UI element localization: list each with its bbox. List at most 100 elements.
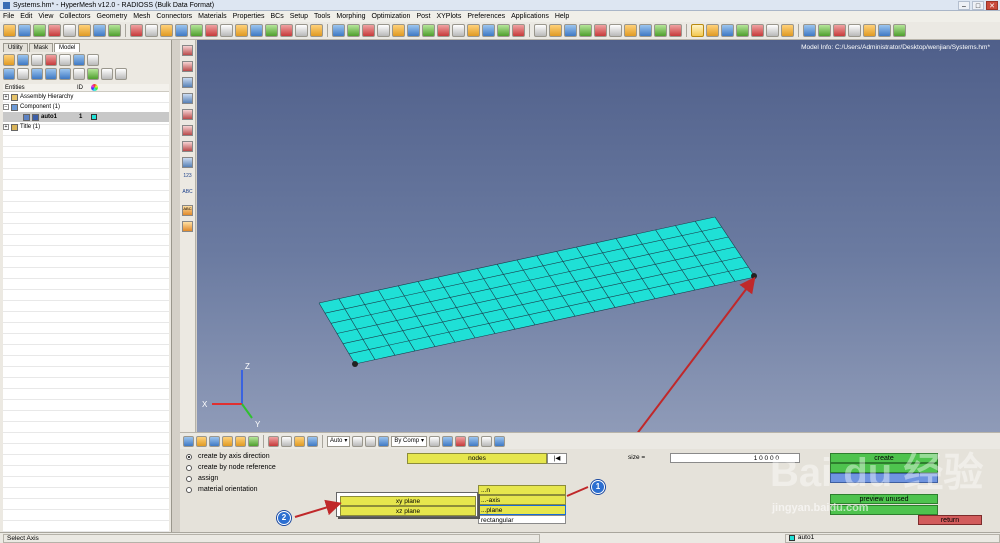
geometry-icon[interactable] <box>108 24 121 37</box>
element-type-icon[interactable] <box>494 435 506 447</box>
load-icon[interactable] <box>497 24 510 37</box>
graphics-icon[interactable] <box>307 435 318 447</box>
hide-icon[interactable] <box>45 68 57 80</box>
show-icon[interactable] <box>31 68 43 80</box>
table-icon[interactable] <box>594 24 607 37</box>
mask-icon[interactable] <box>196 435 207 447</box>
vector-icon[interactable] <box>549 24 562 37</box>
material-view-icon[interactable] <box>31 54 43 66</box>
solid-icon[interactable] <box>437 24 450 37</box>
window-3-icon[interactable] <box>691 24 704 37</box>
radio-create-by-axis[interactable]: create by axis direction <box>186 453 270 460</box>
axis-option-origin[interactable]: ...n <box>478 485 566 495</box>
isolate-icon[interactable] <box>17 68 29 80</box>
system-icon[interactable] <box>534 24 547 37</box>
macro-icon[interactable] <box>893 24 906 37</box>
layout-icon[interactable] <box>639 24 652 37</box>
menu-help[interactable]: Help <box>555 13 569 20</box>
spin-icon[interactable] <box>190 24 203 37</box>
visual-mode-dropdown[interactable]: Auto ▾ <box>327 435 351 447</box>
iso-view-icon[interactable] <box>250 24 263 37</box>
radio-create-by-node[interactable]: create by node reference <box>186 464 276 471</box>
expand-icon[interactable] <box>87 68 99 80</box>
menu-collectors[interactable]: Collectors <box>59 13 90 20</box>
load-collector-icon[interactable] <box>59 54 71 66</box>
node-icon[interactable] <box>182 77 193 88</box>
radio-material-orientation[interactable]: material orientation <box>186 486 258 493</box>
menu-applications[interactable]: Applications <box>511 13 549 20</box>
menu-edit[interactable]: Edit <box>20 13 32 20</box>
constraint-icon[interactable] <box>512 24 525 37</box>
radio-dot[interactable] <box>186 464 192 471</box>
menu-bcs[interactable]: BCs <box>270 13 283 20</box>
window-1-icon[interactable] <box>654 24 667 37</box>
contact-icon[interactable] <box>482 24 495 37</box>
menu-setup[interactable]: Setup <box>290 13 308 20</box>
menu-tools[interactable]: Tools <box>314 13 330 20</box>
section-icon[interactable] <box>265 24 278 37</box>
check-icon[interactable] <box>182 141 193 152</box>
quality-icon[interactable] <box>182 109 193 120</box>
filter-icon[interactable] <box>59 68 71 80</box>
pick-icon[interactable] <box>310 24 323 37</box>
clip-icon[interactable] <box>280 24 293 37</box>
element-icon[interactable] <box>182 45 193 56</box>
component-color-swatch[interactable] <box>91 114 97 120</box>
component-view-icon[interactable] <box>3 54 15 66</box>
elements-icon[interactable] <box>392 24 405 37</box>
normal-icon[interactable] <box>182 125 193 136</box>
menu-post[interactable]: Post <box>416 13 430 20</box>
numbers-icon[interactable]: 123 <box>182 173 193 184</box>
label-icon[interactable]: ABC <box>182 189 193 200</box>
material-icon[interactable] <box>564 24 577 37</box>
top-view-icon[interactable] <box>220 24 233 37</box>
refresh-icon[interactable] <box>781 24 794 37</box>
node-marker[interactable] <box>751 273 757 279</box>
front-view-icon[interactable] <box>205 24 218 37</box>
zoom-icon[interactable] <box>130 24 143 37</box>
reverse-icon[interactable] <box>222 435 233 447</box>
mesh-surface[interactable] <box>319 217 755 364</box>
window-6-icon[interactable] <box>736 24 749 37</box>
pointer-icon[interactable] <box>73 68 85 80</box>
unmask-icon[interactable] <box>209 435 220 447</box>
return-button[interactable]: return <box>918 515 982 525</box>
element-display-icon[interactable] <box>442 435 454 447</box>
tab-mask[interactable]: Mask <box>28 43 54 52</box>
window-5-icon[interactable] <box>721 24 734 37</box>
plot-icon[interactable] <box>624 24 637 37</box>
axis-option-axis[interactable]: ...-axis <box>478 495 566 505</box>
pan-icon[interactable] <box>175 24 188 37</box>
tree-row-title[interactable]: + Title (1) <box>3 122 169 132</box>
menu-file[interactable]: File <box>3 13 14 20</box>
display-icon[interactable] <box>3 68 15 80</box>
set-view-icon[interactable] <box>87 54 99 66</box>
color-by-dropdown[interactable]: By Comp ▾ <box>391 435 428 447</box>
menu-geometry[interactable]: Geometry <box>97 13 128 20</box>
property-icon[interactable] <box>579 24 592 37</box>
shading-icon[interactable] <box>365 435 377 447</box>
menu-properties[interactable]: Properties <box>233 13 265 20</box>
highlight-icon[interactable] <box>182 221 193 232</box>
solids-icon[interactable] <box>377 24 390 37</box>
side-view-icon[interactable] <box>235 24 248 37</box>
element-delete-icon[interactable] <box>182 61 193 72</box>
window-8-icon[interactable] <box>766 24 779 37</box>
label-toggle-icon[interactable]: ABC <box>182 205 193 216</box>
rotate-icon[interactable] <box>160 24 173 37</box>
info-icon[interactable] <box>182 157 193 168</box>
window-7-icon[interactable] <box>751 24 764 37</box>
shell-icon[interactable] <box>422 24 435 37</box>
feature-icon[interactable] <box>455 435 467 447</box>
window-2-icon[interactable] <box>669 24 682 37</box>
lasso-icon[interactable] <box>352 435 364 447</box>
tree-row-assembly-hierarchy[interactable]: + Assembly Hierarchy <box>3 92 169 102</box>
property-view-icon[interactable] <box>45 54 57 66</box>
menu-materials[interactable]: Materials <box>198 13 226 20</box>
export-icon[interactable] <box>48 24 61 37</box>
mesh-display-icon[interactable] <box>429 435 441 447</box>
menu-mesh[interactable]: Mesh <box>133 13 150 20</box>
tree-row-auto1[interactable]: auto1 1 <box>3 112 169 122</box>
system-collector-icon[interactable] <box>73 54 85 66</box>
menu-connectors[interactable]: Connectors <box>156 13 192 20</box>
